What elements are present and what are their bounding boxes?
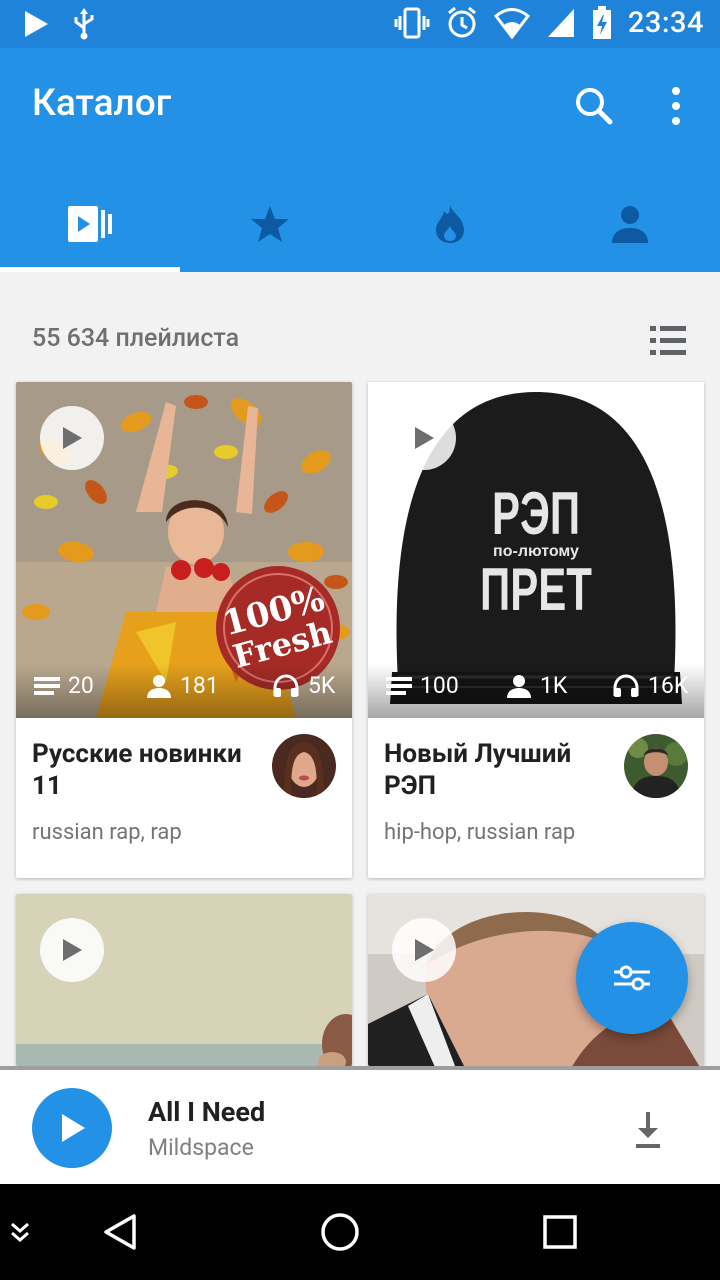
listen-count: 16K (612, 672, 688, 699)
play-icon (415, 427, 434, 449)
play-playlist-button[interactable] (40, 406, 104, 470)
wifi-icon (493, 8, 530, 39)
battery-charging-icon (592, 6, 611, 39)
tab-indicator (0, 267, 180, 272)
list-icon (34, 676, 60, 695)
headphones-icon (613, 673, 639, 697)
tab-popular[interactable] (360, 176, 540, 272)
author-avatar[interactable] (624, 734, 688, 798)
track-count: 20 (34, 672, 94, 699)
playlist-card[interactable]: 100% Fresh 20 181 5K Русские новинки 11 … (16, 382, 352, 878)
tab-profile[interactable] (540, 176, 720, 272)
person-icon (147, 674, 171, 698)
playlist-card[interactable] (16, 894, 352, 1066)
more-vert-icon (672, 87, 680, 125)
author-avatar[interactable] (272, 734, 336, 798)
follower-count: 1K (506, 672, 567, 699)
person-icon (507, 674, 531, 698)
playlist-stats: 100 1K 16K (368, 664, 704, 718)
recents-icon[interactable] (542, 1214, 578, 1250)
playlist-card[interactable]: РЭП по-лютому ПРЕТ 100 1K 16K Новый Лучш… (368, 382, 704, 878)
play-playlist-button[interactable] (392, 406, 456, 470)
tune-icon (614, 965, 650, 991)
play-icon (62, 1114, 85, 1142)
playlist-title: Русские новинки 11 (32, 739, 242, 801)
cover-text: РЭП по-лютому ПРЕТ (480, 480, 592, 623)
usb-icon (74, 8, 94, 40)
play-playlist-button[interactable] (392, 918, 456, 982)
playlist-tags: russian rap, rap (32, 820, 182, 845)
back-icon[interactable] (100, 1212, 140, 1252)
listen-count: 5K (272, 672, 335, 699)
player-play-button[interactable] (32, 1088, 112, 1168)
playlist-stats: 20 181 5K (16, 664, 352, 718)
playlist-tags: hip-hop, russian rap (384, 820, 576, 845)
overflow-menu-button[interactable] (654, 80, 698, 132)
tab-favorites[interactable] (180, 176, 360, 272)
clock: 23:34 (627, 6, 704, 40)
view-list-icon (650, 326, 686, 355)
alarm-icon (447, 6, 476, 38)
fire-icon (436, 205, 464, 243)
play-icon (63, 939, 82, 961)
play-icon (415, 939, 434, 961)
home-icon[interactable] (320, 1212, 360, 1252)
search-icon (576, 88, 613, 125)
track-count: 100 (386, 672, 459, 699)
playlist-video-icon (68, 206, 112, 242)
play-icon (25, 11, 48, 37)
search-button[interactable] (568, 80, 620, 132)
list-icon (386, 676, 412, 695)
tab-catalog[interactable] (0, 176, 180, 272)
navigation-bar (0, 1184, 720, 1280)
star-icon (251, 206, 289, 242)
person-icon (612, 206, 648, 243)
play-icon (63, 427, 82, 449)
play-playlist-button[interactable] (40, 918, 104, 982)
headphones-icon (273, 673, 299, 697)
download-button[interactable] (624, 1106, 672, 1154)
download-icon (636, 1112, 660, 1148)
follower-count: 181 (146, 672, 219, 699)
collapse-icon[interactable] (8, 1218, 32, 1246)
signal-icon (547, 9, 574, 37)
track-artist: Mildspace (148, 1134, 254, 1161)
status-bar: 23:34 (0, 0, 720, 48)
list-view-toggle[interactable] (642, 318, 692, 364)
playlist-title: Новый Лучший РЭП (384, 739, 572, 801)
playlist-count: 55 634 плейлиста (32, 324, 240, 353)
page-title: Каталог (32, 82, 172, 125)
vibrate-icon (394, 7, 430, 39)
filter-fab[interactable] (576, 922, 688, 1034)
track-title: All I Need (148, 1096, 266, 1128)
